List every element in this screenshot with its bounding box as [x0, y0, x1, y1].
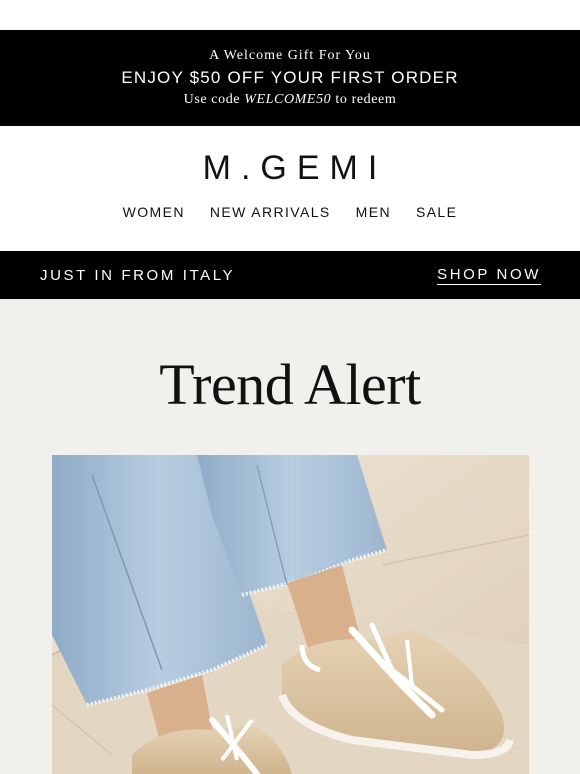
hero-photo[interactable]: [52, 455, 529, 774]
nav-item-women[interactable]: WOMEN: [123, 204, 185, 220]
shop-now-link[interactable]: SHOP NOW: [437, 266, 541, 285]
jeans-sneakers-illustration: [52, 455, 529, 774]
promo-banner[interactable]: A Welcome Gift For You ENJOY $50 OFF YOU…: [0, 30, 580, 126]
header: M.GEMI WOMEN NEW ARRIVALS MEN SALE: [0, 126, 580, 251]
nav-item-sale[interactable]: SALE: [416, 204, 457, 220]
main-nav: WOMEN NEW ARRIVALS MEN SALE: [123, 204, 458, 220]
promo-eyebrow: A Welcome Gift For You: [209, 48, 371, 63]
brand-logo[interactable]: M.GEMI: [193, 149, 388, 188]
top-spacer: [0, 0, 580, 30]
hero-section: Trend Alert: [0, 299, 580, 774]
announcement-text: JUST IN FROM ITALY: [40, 266, 236, 284]
promo-code-prefix: Use code: [183, 92, 245, 107]
announcement-bar: JUST IN FROM ITALY SHOP NOW: [0, 251, 580, 299]
promo-headline: ENJOY $50 OFF YOUR FIRST ORDER: [121, 68, 459, 87]
nav-item-new-arrivals[interactable]: NEW ARRIVALS: [210, 204, 331, 220]
promo-code-suffix: to redeem: [331, 92, 397, 107]
hero-title: Trend Alert: [159, 352, 421, 417]
nav-item-men[interactable]: MEN: [356, 204, 391, 220]
promo-code-line: Use code WELCOME50 to redeem: [184, 92, 397, 108]
promo-code: WELCOME50: [244, 92, 332, 107]
